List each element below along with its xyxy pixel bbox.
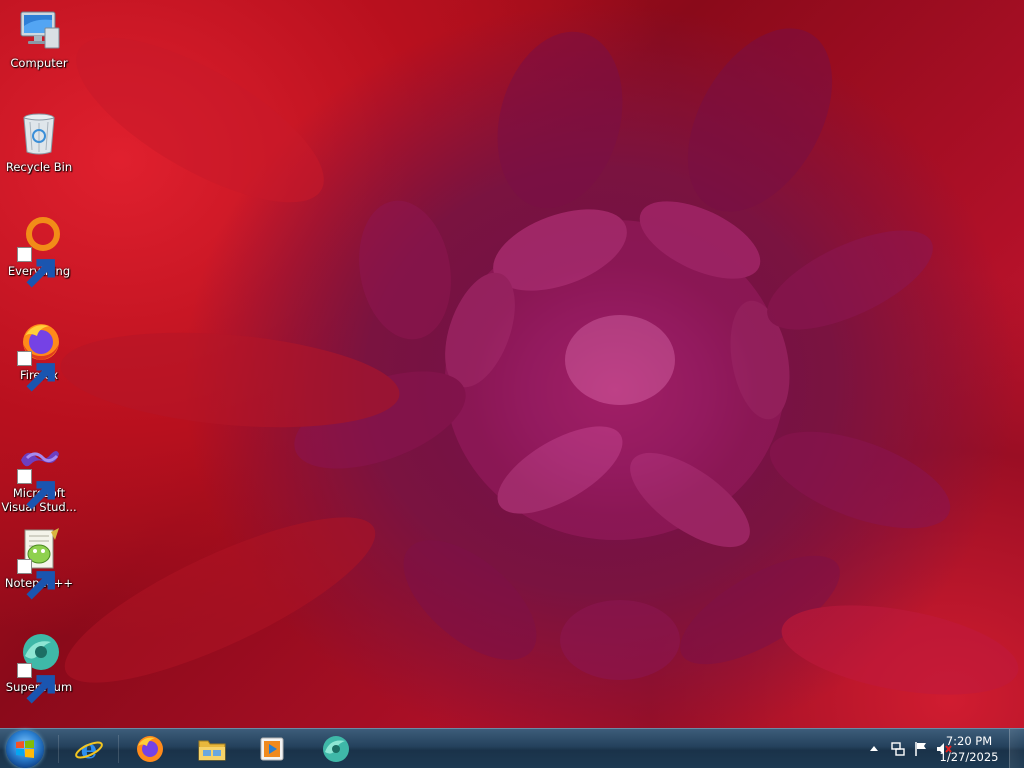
taskbar-app-file-explorer[interactable] xyxy=(189,731,235,767)
taskbar-separator xyxy=(118,735,119,763)
clock-date: 1/27/2025 xyxy=(939,750,999,764)
desktop-icon-supermium[interactable]: Supermium xyxy=(1,630,77,704)
desktop-icon-label: Computer xyxy=(10,56,68,70)
taskbar: e 7:20 PM 1/27/2025 xyxy=(0,728,1024,769)
desktop-icon-notepad-plus-plus[interactable]: Notepad++ xyxy=(1,526,77,600)
action-center-flag-icon[interactable] xyxy=(913,741,929,757)
notepad-plus-plus-icon xyxy=(15,526,63,600)
shortcut-arrow-icon xyxy=(17,663,55,704)
desktop-icon-label: Recycle Bin xyxy=(5,160,73,174)
wallpaper-dahlia xyxy=(60,28,1019,695)
firefox-icon xyxy=(137,736,163,762)
taskbar-separator xyxy=(58,735,59,763)
shortcut-arrow-icon xyxy=(17,351,55,392)
windows-logo-icon xyxy=(16,740,34,758)
taskbar-clock[interactable]: 7:20 PM 1/27/2025 xyxy=(934,733,1004,765)
taskbar-app-firefox[interactable] xyxy=(127,731,173,767)
desktop-icon-firefox[interactable]: Firefox xyxy=(1,318,77,392)
clock-time: 7:20 PM xyxy=(945,734,993,748)
svg-text:e: e xyxy=(81,735,98,764)
start-button[interactable] xyxy=(6,730,44,768)
taskbar-app-internet-explorer[interactable]: e xyxy=(66,731,112,767)
taskbar-app-supermium[interactable] xyxy=(313,731,359,767)
everything-icon xyxy=(15,214,63,288)
computer-icon xyxy=(15,6,63,54)
media-player-icon xyxy=(260,737,284,761)
system-tray: 7:20 PM 1/27/2025 xyxy=(824,729,1024,769)
firefox-icon xyxy=(15,318,63,392)
desktop-icon-visual-studio[interactable]: Microsoft Visual Stud... xyxy=(1,436,77,514)
supermium-icon xyxy=(15,630,63,704)
recycle-bin-icon xyxy=(15,110,63,158)
shortcut-arrow-icon xyxy=(17,559,55,600)
shortcut-arrow-icon xyxy=(17,247,55,288)
desktop[interactable]: Computer Recycle Bin Everything Firefox … xyxy=(0,0,1024,728)
shortcut-arrow-icon xyxy=(17,469,55,510)
show-hidden-icons-icon[interactable] xyxy=(866,741,882,757)
internet-explorer-icon: e xyxy=(75,735,103,764)
visual-studio-icon xyxy=(15,436,63,510)
taskbar-app-media-player[interactable] xyxy=(249,731,295,767)
show-desktop-button[interactable] xyxy=(1009,729,1024,769)
desktop-icon-recycle-bin[interactable]: Recycle Bin xyxy=(1,110,77,174)
desktop-icon-computer[interactable]: Computer xyxy=(1,6,77,70)
folder-icon xyxy=(198,740,226,761)
supermium-icon xyxy=(323,736,349,762)
desktop-icon-everything[interactable]: Everything xyxy=(1,214,77,288)
network-icon[interactable] xyxy=(890,741,906,757)
